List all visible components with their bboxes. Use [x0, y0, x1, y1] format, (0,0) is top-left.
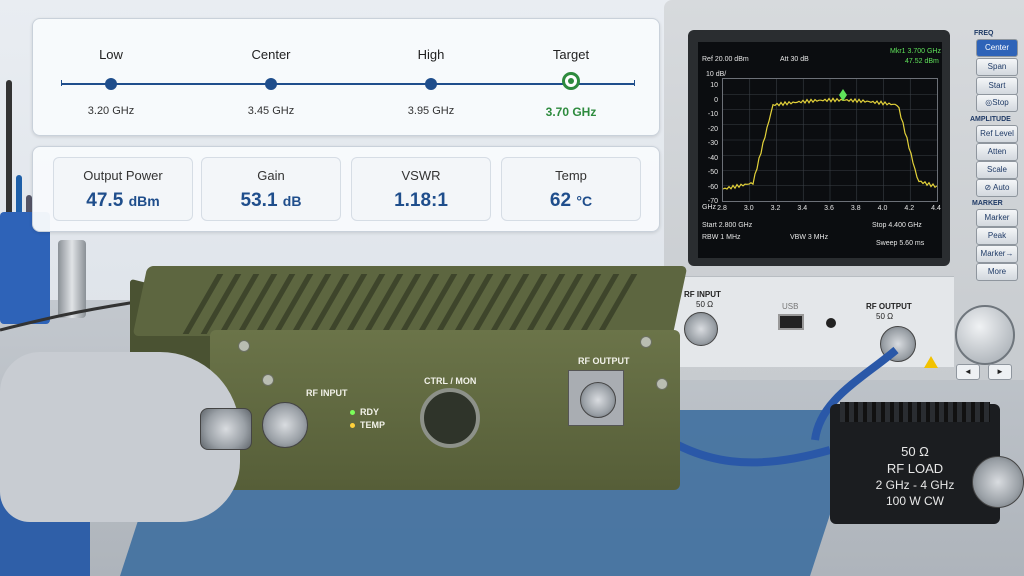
amp-rf-input-label: RF INPUT	[306, 388, 348, 398]
temp-led	[350, 423, 355, 428]
freq-label-target: Target	[552, 47, 590, 62]
screw	[238, 340, 250, 352]
metric-label: Output Power	[83, 168, 163, 183]
amp-rf-input-port[interactable]	[262, 402, 308, 448]
freq-label-low: Low	[99, 47, 123, 62]
bench-cable	[0, 298, 151, 332]
frequency-selector-card: Low 3.20 GHz Center 3.45 GHz High 3.95 G…	[32, 18, 660, 136]
rf-load-title: RF LOAD	[886, 461, 944, 476]
track-tick	[61, 80, 62, 86]
rf-load-impedance: 50 Ω	[901, 444, 929, 459]
frequency-track	[61, 83, 635, 85]
metric-vswr: VSWR 1.18:1	[351, 157, 491, 221]
metric-output-power: Output Power 47.5 dBm	[53, 157, 193, 221]
freq-label-center: Center	[251, 47, 291, 62]
ctrl-mon-connector[interactable]	[420, 388, 480, 448]
track-tick	[634, 80, 635, 86]
freq-node-high[interactable]	[425, 78, 437, 90]
rf-load-heatsink	[840, 402, 990, 422]
metric-temp: Temp 62 °C	[501, 157, 641, 221]
screw	[640, 336, 652, 348]
freq-node-target[interactable]	[562, 72, 580, 90]
ctrl-mon-label: CTRL / MON	[424, 376, 477, 386]
temp-label: TEMP	[360, 420, 386, 430]
freq-value-high: 3.95 GHz	[407, 105, 455, 117]
metric-label: Gain	[257, 168, 285, 183]
rdy-label: RDY	[360, 407, 380, 417]
amp-rf-output-label: RF OUTPUT	[578, 356, 630, 366]
screw	[656, 378, 668, 390]
freq-node-low[interactable]	[105, 78, 117, 90]
freq-value-target: 3.70 GHz	[545, 105, 597, 119]
metrics-card: Output Power 47.5 dBm Gain 53.1 dB VSWR …	[32, 146, 660, 232]
freq-node-center[interactable]	[265, 78, 277, 90]
metric-value: 62 °C	[549, 190, 593, 211]
metric-label: Temp	[555, 168, 587, 183]
metric-value: 53.1 dB	[240, 190, 302, 211]
screw	[262, 374, 274, 386]
metric-gain: Gain 53.1 dB	[201, 157, 341, 221]
rf-load-connector	[972, 456, 1024, 508]
metric-value: 47.5 dBm	[86, 190, 160, 211]
metric-label: VSWR	[401, 168, 441, 183]
rf-load-power: 100 W CW	[885, 494, 944, 508]
rf-load-range: 2 GHz - 4 GHz	[875, 478, 955, 492]
sma-connector	[200, 408, 252, 450]
freq-value-center: 3.45 GHz	[247, 105, 295, 117]
metric-value: 1.18:1	[394, 190, 448, 211]
rdy-led	[350, 410, 355, 415]
amp-rf-output-port[interactable]	[580, 382, 616, 418]
freq-value-low: 3.20 GHz	[87, 105, 135, 117]
freq-label-high: High	[417, 47, 445, 62]
